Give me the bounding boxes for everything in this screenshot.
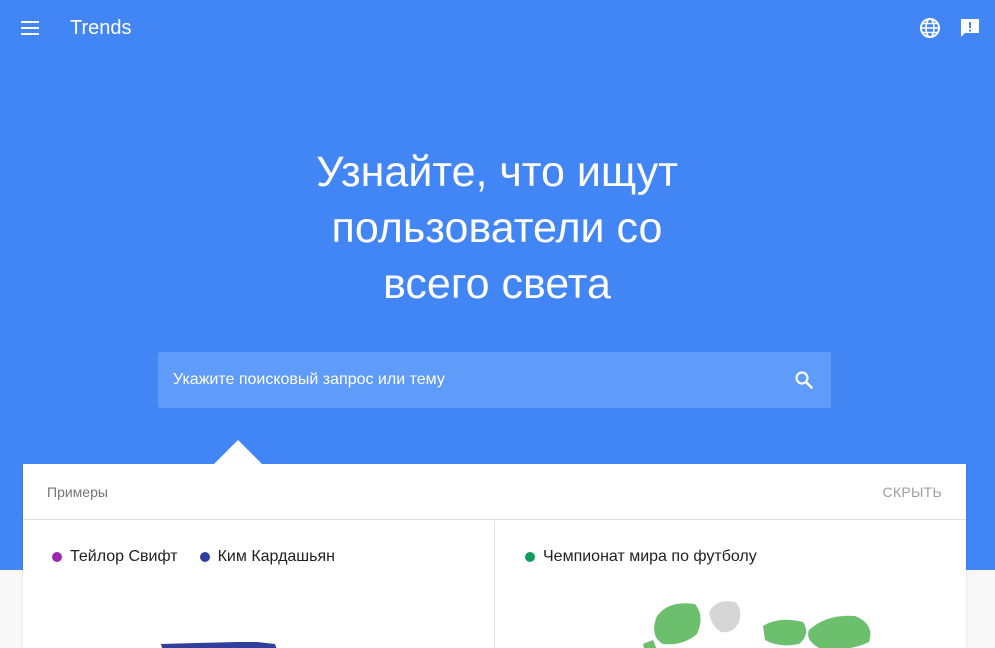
menu-icon[interactable] xyxy=(18,16,44,40)
hero-headline: Узнайте, что ищут пользователи со всего … xyxy=(247,144,747,312)
legend-label: Ким Кардашьян xyxy=(217,548,335,565)
left-example-legend[interactable]: Тейлор Свифт Ким Кардашьян xyxy=(52,548,357,566)
legend-dot xyxy=(52,552,62,562)
examples-card: Примеры СКРЫТЬ Тейлор Свифт Ким Кардашья… xyxy=(23,464,966,648)
legend-dot xyxy=(525,552,535,562)
legend-label: Тейлор Свифт xyxy=(70,548,178,565)
legend-dot xyxy=(199,552,210,562)
examples-label: Примеры xyxy=(47,484,108,500)
feedback-icon[interactable] xyxy=(958,16,982,40)
card-pointer xyxy=(214,440,262,464)
examples-header: Примеры СКРЫТЬ xyxy=(23,464,966,520)
legend-item: Ким Кардашьян xyxy=(199,548,335,566)
world-map-image xyxy=(643,601,871,648)
app-title[interactable]: Trends xyxy=(70,17,132,40)
us-map-image xyxy=(161,642,277,648)
card-divider xyxy=(494,521,495,648)
globe-icon[interactable] xyxy=(918,16,942,40)
legend-label: Чемпионат мира по футболу xyxy=(543,548,757,565)
search-icon[interactable] xyxy=(792,368,816,392)
top-app-bar: Trends xyxy=(0,0,995,56)
hide-button[interactable]: СКРЫТЬ xyxy=(882,484,942,500)
search-box[interactable] xyxy=(158,352,831,408)
headline-line: всего света xyxy=(383,260,611,308)
headline-line: пользователи со xyxy=(331,204,663,252)
headline-line: Узнайте, что ищут xyxy=(316,148,678,196)
legend-item: Чемпионат мира по футболу xyxy=(525,548,757,566)
legend-item: Тейлор Свифт xyxy=(52,548,178,566)
right-example-legend[interactable]: Чемпионат мира по футболу xyxy=(525,548,779,566)
search-input[interactable] xyxy=(173,352,783,408)
